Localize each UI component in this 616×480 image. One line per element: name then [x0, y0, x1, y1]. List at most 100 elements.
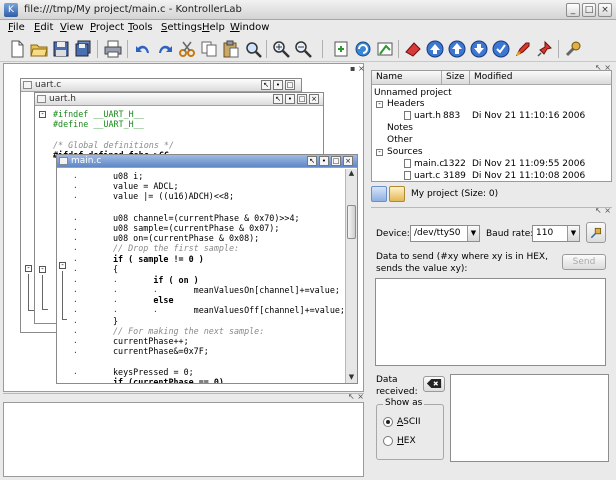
chevron-down-icon[interactable]: ▼: [567, 226, 579, 241]
menu-project[interactable]: Project: [90, 22, 124, 33]
scroll-up-arrow[interactable]: ▲: [346, 169, 357, 179]
column-modified[interactable]: Modified: [470, 71, 611, 85]
clear-received-button[interactable]: [423, 376, 445, 392]
code-line[interactable]: meanValuesOff[channel]+=value;: [113, 305, 345, 315]
column-name[interactable]: Name: [372, 71, 442, 85]
project-view-icon[interactable]: [371, 186, 387, 202]
project-settings-icon[interactable]: [389, 186, 405, 202]
window-header[interactable]: main.c ↖ • □ ×: [57, 155, 357, 168]
code-line[interactable]: // Drop the first sample:: [113, 243, 239, 253]
window-header[interactable]: uart.h ↖ • □ ×: [35, 93, 323, 106]
rocket-icon[interactable]: [514, 40, 532, 58]
chevron-down-icon[interactable]: ▼: [467, 226, 479, 241]
vertical-scrollbar[interactable]: ▲ ▼: [345, 169, 357, 383]
tree-file-uart-h[interactable]: uart.h: [414, 111, 441, 121]
minimize-button[interactable]: •: [319, 156, 329, 166]
redo-icon[interactable]: [156, 40, 174, 58]
code-line[interactable]: }: [113, 316, 118, 326]
download-icon[interactable]: [470, 40, 488, 58]
build-icon[interactable]: [376, 40, 394, 58]
project-tree[interactable]: Name Size Modified Unnamed project - Hea…: [371, 70, 612, 182]
tree-folder-other[interactable]: Other: [387, 135, 413, 145]
menu-window[interactable]: Window: [230, 22, 269, 33]
code-line[interactable]: if (currentPhase == 0): [113, 377, 224, 383]
find-icon[interactable]: [244, 40, 262, 58]
code-line[interactable]: #define __UART_H__: [53, 119, 144, 129]
erase-icon[interactable]: [404, 40, 422, 58]
code-line[interactable]: u08 i;: [113, 171, 143, 181]
menu-tools[interactable]: Tools: [128, 22, 153, 33]
app-icon[interactable]: K: [4, 3, 18, 17]
code-line[interactable]: currentPhase&=0x7F;: [113, 346, 209, 356]
maximize-button[interactable]: □: [582, 3, 596, 17]
code-line[interactable]: currentPhase++;: [113, 336, 189, 346]
editor-window-main-c[interactable]: main.c ↖ • □ × - . . . . . . . . . . . .…: [56, 154, 358, 384]
maximize-button[interactable]: □: [331, 156, 341, 166]
serial-dock-controls[interactable]: ↖ ×: [595, 206, 611, 215]
menu-edit[interactable]: Edit: [34, 22, 53, 33]
tree-folder-notes[interactable]: Notes: [387, 123, 413, 133]
zoom-out-icon[interactable]: [294, 40, 312, 58]
menu-settings[interactable]: Settings: [161, 22, 202, 33]
dock-controls[interactable]: ▪ ×: [350, 64, 365, 73]
code-line[interactable]: meanValuesOn[channel]+=value;: [113, 285, 340, 295]
tree-folder-sources[interactable]: Sources: [387, 147, 423, 157]
cut-icon[interactable]: [178, 40, 196, 58]
code-line[interactable]: if ( on ): [113, 275, 198, 285]
menu-file[interactable]: File: [8, 22, 25, 33]
close-button[interactable]: ×: [309, 94, 319, 104]
paste-icon[interactable]: [222, 40, 240, 58]
open-file-icon[interactable]: [30, 40, 48, 58]
scroll-down-arrow[interactable]: ▼: [346, 373, 357, 383]
code-line[interactable]: /* Global definitions */: [53, 140, 174, 150]
maximize-button[interactable]: □: [285, 80, 295, 90]
tree-folder-headers[interactable]: Headers: [387, 99, 424, 109]
send-button[interactable]: Send: [562, 254, 606, 270]
code-line[interactable]: u08 channel=(currentPhase & 0x70)>>4;: [113, 213, 300, 223]
save-all-icon[interactable]: [74, 40, 92, 58]
detach-button[interactable]: ↖: [273, 94, 283, 104]
code-line[interactable]: {: [113, 264, 118, 274]
baud-rate-select[interactable]: 110 ▼: [532, 225, 580, 242]
column-size[interactable]: Size: [442, 71, 470, 85]
fold-marker[interactable]: -: [39, 266, 46, 273]
output-panel[interactable]: [3, 402, 364, 477]
menu-view[interactable]: View: [60, 22, 84, 33]
device-select[interactable]: /dev/ttyS0 ▼: [410, 225, 480, 242]
window-header[interactable]: uart.c ↖ • □: [21, 79, 301, 92]
tree-root[interactable]: Unnamed project: [374, 88, 452, 98]
minimize-button[interactable]: _: [566, 3, 580, 17]
output-dock-controls[interactable]: ↖ ×: [348, 392, 364, 401]
close-button[interactable]: ×: [598, 3, 612, 17]
radio-ascii-label[interactable]: ASCII: [397, 417, 420, 427]
fold-marker[interactable]: -: [59, 262, 66, 269]
print-icon[interactable]: [104, 40, 122, 58]
new-file-icon[interactable]: [8, 40, 26, 58]
radio-ascii[interactable]: [383, 417, 393, 427]
radio-hex[interactable]: [383, 436, 393, 446]
verify-icon[interactable]: [492, 40, 510, 58]
maximize-button[interactable]: □: [297, 94, 307, 104]
code-line[interactable]: u08 sample=(currentPhase & 0x07);: [113, 223, 279, 233]
copy-icon[interactable]: [200, 40, 218, 58]
pin-icon[interactable]: [536, 40, 554, 58]
expander[interactable]: -: [376, 149, 383, 156]
minimize-button[interactable]: •: [285, 94, 295, 104]
code-line[interactable]: else: [113, 295, 173, 305]
save-icon[interactable]: [52, 40, 70, 58]
minimize-button[interactable]: •: [273, 80, 283, 90]
radio-hex-label[interactable]: HEX: [397, 436, 416, 446]
detach-button[interactable]: ↖: [261, 80, 271, 90]
expander[interactable]: -: [376, 101, 383, 108]
code-line[interactable]: value = ADCL;: [113, 181, 179, 191]
zoom-in-icon[interactable]: [272, 40, 290, 58]
code-line[interactable]: if ( sample != 0 ): [113, 254, 204, 264]
code-line[interactable]: keysPressed = 0;: [113, 367, 194, 377]
send-data-input[interactable]: [375, 278, 606, 366]
close-button[interactable]: ×: [343, 156, 353, 166]
upload-icon[interactable]: [426, 40, 444, 58]
tree-file-uart-c[interactable]: uart.c: [414, 171, 440, 181]
received-data-output[interactable]: [450, 374, 609, 462]
detach-button[interactable]: ↖: [307, 156, 317, 166]
code-line[interactable]: value |= ((u16)ADCH)<<8;: [113, 191, 234, 201]
